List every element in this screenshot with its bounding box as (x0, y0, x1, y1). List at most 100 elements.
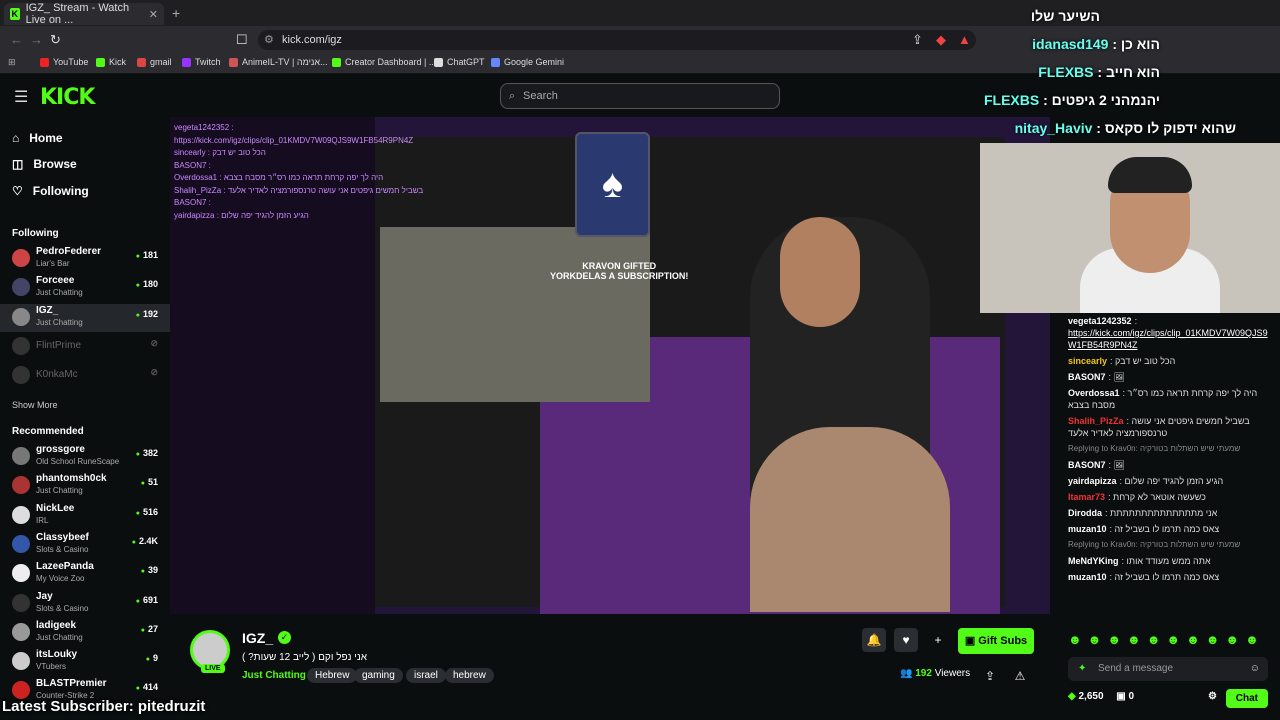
streamer-name[interactable]: IGZ_ (242, 630, 273, 646)
gift-card-icon: ♠ (575, 132, 650, 237)
apps-icon[interactable]: ⊞ (8, 57, 16, 68)
channel-name: LazeePanda (36, 561, 94, 573)
new-tab-button[interactable]: + (172, 5, 180, 21)
bookmark-kick[interactable]: Kick (96, 57, 126, 67)
channel-pedrofederer[interactable]: PedroFederer Liar's Bar 181 (0, 245, 170, 273)
close-tab-icon[interactable]: ✕ (149, 8, 158, 21)
bookmark-chatgpt[interactable]: ChatGPT (434, 57, 485, 67)
browser-tab[interactable]: K IGZ_ Stream - Watch Live on ... ✕ (4, 2, 164, 26)
browse-icon: ◫ (12, 157, 24, 171)
channel-avatar (12, 307, 30, 326)
bookmark-creator-dashboard[interactable]: Creator Dashboard | ... (332, 57, 436, 67)
add-icon[interactable]: + (926, 628, 950, 652)
chat-username[interactable]: vegeta1242352 (1068, 316, 1132, 326)
search-input[interactable]: ⌕ Search (500, 83, 780, 109)
settings-icon[interactable]: ⚙ (1208, 691, 1217, 702)
bookmark-youtube[interactable]: YouTube (40, 57, 88, 67)
channel-grossgore[interactable]: grossgore Old School RuneScape 382 (0, 443, 170, 471)
channel-nicklee[interactable]: NickLeeIRL 516 (0, 502, 170, 530)
chat-text: הכל טוב יש דבק (1115, 356, 1176, 366)
bookmark-icon[interactable]: ☐ (236, 32, 248, 48)
chat-username[interactable]: Itamar73 (1068, 492, 1105, 502)
chat-text: אתה ממש מעודד אותו (1126, 556, 1211, 566)
chat-username[interactable]: BASON7 (1068, 460, 1106, 470)
chat-message: BASON7: 🖼 (1068, 372, 1125, 382)
chat-message: muzan10: צאס כמה תרמו לו בשביל זה (1068, 524, 1220, 534)
chat-text: Replying to Krav0n: שמעתי שיש השתלות בטו… (1068, 540, 1241, 549)
overlay-chat-top: השיער שלו (1030, 8, 1100, 24)
channel-classybeef[interactable]: ClassybeefSlots & Casino 2.4K (0, 531, 170, 559)
report-icon[interactable]: ⚠ (1008, 664, 1032, 688)
url-bar[interactable]: ⚙ kick.com/igz (258, 30, 976, 50)
channel-ladigeek[interactable]: ladigeekJust Chatting 27 (0, 619, 170, 647)
channel-viewers: 2.4K (132, 536, 158, 546)
show-more-link[interactable]: Show More (12, 400, 58, 410)
tab-title: IGZ_ Stream - Watch Live on ... (25, 2, 130, 26)
channel-viewers: 192 (136, 309, 158, 319)
tag-israel[interactable]: israel (406, 668, 446, 683)
chat-input[interactable]: ✦ Send a message ☺ (1068, 657, 1268, 681)
stream-info: LIVE IGZ_ ✓ אני נפל וקם ( לייב 12 שעות? … (170, 614, 1050, 720)
chat-message: Shalih_PizZa: בשביל חמשים גיפטים אני עוש… (1068, 416, 1250, 438)
kick-favicon-icon: K (10, 8, 20, 20)
channel-igz_[interactable]: IGZ_Just Chatting 192 (0, 303, 170, 332)
tag-hebrew[interactable]: Hebrew (307, 668, 358, 683)
channel-forceee[interactable]: ForceeeJust Chatting 180 (0, 274, 170, 302)
emote-row[interactable]: ☻☻☻☻☻☻☻☻☻☻ (1058, 632, 1280, 654)
chat-username[interactable]: yairdapizza (1068, 476, 1117, 486)
brave-shield-icon[interactable]: ◆ (936, 32, 946, 48)
channel-k0nkamc[interactable]: K0nkaMc ⊘ (0, 362, 170, 390)
reload-icon[interactable]: ↻ (50, 32, 61, 48)
anime-icon (229, 57, 238, 67)
follow-heart-icon[interactable]: ♥ (894, 628, 918, 652)
video-player[interactable]: ♠ KRAVON GIFTED YORKDELAS A SUBSCRIPTION!… (170, 117, 1050, 614)
nav-following[interactable]: ♡ Following (12, 184, 89, 198)
nav-home[interactable]: ⌂ Home (12, 131, 63, 145)
chat-username[interactable]: sincearly (1068, 356, 1107, 366)
chat-username[interactable]: muzan10 (1068, 572, 1107, 582)
chat-username[interactable]: MeNdYKing (1068, 556, 1119, 566)
channel-flintprime[interactable]: FlintPrime ⊘ (0, 333, 170, 361)
forward-icon[interactable]: → (30, 32, 43, 47)
back-icon[interactable]: ← (10, 32, 23, 47)
chat-username[interactable]: Overdossa1 (1068, 388, 1120, 398)
points-count[interactable]: 2,650 (1078, 691, 1103, 702)
notification-bell-icon[interactable]: 🔔 (862, 628, 886, 652)
channel-name: phantomsh0ck (36, 473, 107, 485)
bookmark-gmail[interactable]: gmail (137, 57, 172, 67)
chat-username[interactable]: Dirodda (1068, 508, 1102, 518)
channel-phantomsh0ck[interactable]: phantomsh0ckJust Chatting 51 (0, 472, 170, 500)
chat-username[interactable]: muzan10 (1068, 524, 1107, 534)
channel-category: Slots & Casino (36, 544, 89, 554)
overlay-chat-message: שהוא ידפוק לו סקאס (1104, 120, 1236, 136)
kick-logo[interactable]: KICK (40, 85, 95, 110)
tag-hebrew-lower[interactable]: hebrew (445, 668, 494, 683)
chat-reply-context: Replying to Krav0n: שמעתי שיש השתלות בטו… (1058, 441, 1280, 457)
channel-itslouky[interactable]: itsLoukyVTubers 9 (0, 648, 170, 676)
home-icon: ⌂ (12, 131, 20, 145)
gift-icon: ▣ (964, 635, 979, 647)
chat-username[interactable]: BASON7 (1068, 372, 1106, 382)
bookmark-twitch[interactable]: Twitch (182, 57, 221, 67)
search-icon: ⌕ (509, 90, 516, 102)
share-icon[interactable]: ⇪ (912, 32, 923, 48)
chat-send-button[interactable]: Chat (1225, 689, 1268, 708)
rewards-icon[interactable]: ▲ (958, 32, 971, 47)
tag-gaming[interactable]: gaming (354, 668, 403, 683)
emoji-icon[interactable]: ☺ (1250, 657, 1260, 681)
bookmark-animeil[interactable]: AnimeIL-TV | אנימה... (229, 57, 328, 67)
bookmark-gemini[interactable]: Google Gemini (491, 57, 564, 67)
video-chat-line: BASON7 : (174, 198, 211, 207)
stream-category[interactable]: Just Chatting (242, 670, 306, 681)
nav-browse[interactable]: ◫ Browse (12, 157, 77, 171)
channel-jay[interactable]: JaySlots & Casino 691 (0, 590, 170, 618)
site-info-icon[interactable]: ⚙ (264, 30, 274, 50)
menu-icon[interactable]: ☰ (14, 87, 28, 107)
share-icon[interactable]: ⇪ (978, 664, 1002, 688)
chat-link[interactable]: https://kick.com/igz/clips/clip_01KMDV7W… (1068, 327, 1274, 351)
channel-viewers: 414 (136, 682, 158, 692)
channel-lazeepanda[interactable]: LazeePandaMy Voice Zoo 39 (0, 560, 170, 588)
chat-username[interactable]: Shalih_PizZa (1068, 416, 1124, 426)
heart-icon: ♡ (12, 184, 23, 198)
gift-subs-button[interactable]: ▣ Gift Subs (958, 628, 1034, 654)
